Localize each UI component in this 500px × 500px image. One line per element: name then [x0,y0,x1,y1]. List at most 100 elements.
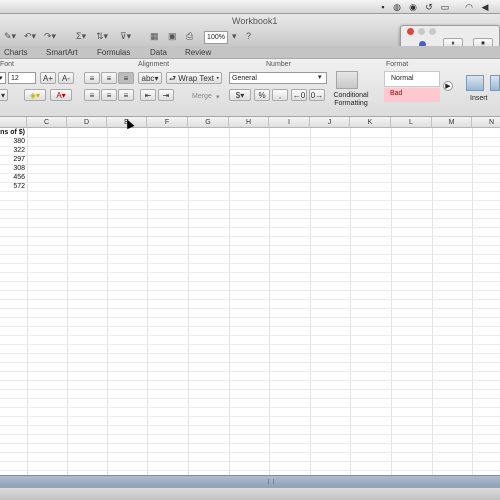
grid-row-line [0,470,500,471]
column-header-c[interactable]: C [27,117,67,128]
align-left-button[interactable]: ≡ [84,89,100,101]
cell-value[interactable]: 308 [0,164,25,173]
undo-icon[interactable]: ↶▾ [24,30,36,43]
cell-value[interactable]: 297 [0,155,25,164]
border-dropdown-button[interactable]: ▾ [0,89,8,101]
display-icon[interactable]: ▭ [440,2,450,12]
grid-row-line [0,218,500,219]
grid-column-line [67,128,68,475]
grid-row-line [0,182,500,183]
print-icon[interactable]: ⎙ [186,30,193,43]
column-header-l[interactable]: L [391,117,432,128]
cell-value[interactable]: 380 [0,137,25,146]
conditional-formatting-button[interactable]: Conditional Formatting [332,92,370,108]
cell-value[interactable]: 322 [0,146,25,155]
increase-decimal-button[interactable]: ←0 [291,89,307,101]
volume-icon[interactable]: ◀ [480,2,490,12]
grid-column-line [147,128,148,475]
grid-row-line [0,236,500,237]
grid-row-line [0,245,500,246]
currency-button[interactable]: $▾ [229,89,251,101]
column-header-f[interactable]: F [147,117,188,128]
grid-row-line [0,209,500,210]
styles-next-icon[interactable]: ▶ [443,81,453,91]
column-header-i[interactable]: I [269,117,310,128]
grow-font-button[interactable]: A+ [40,72,56,84]
align-right-button[interactable]: ≡ [118,89,134,101]
percent-button[interactable]: % [254,89,270,101]
wifi-icon[interactable]: ◠ [464,2,474,12]
close-window-icon[interactable] [407,28,414,35]
comma-button[interactable]: , [272,89,288,101]
scrollbar-grip-icon[interactable] [268,479,274,484]
grid-row-line [0,443,500,444]
tab-formulas[interactable]: Formulas [97,48,130,57]
abc-label: abc [141,74,155,83]
grid-row-line [0,317,500,318]
grid-row-line [0,452,500,453]
toolbox-icon[interactable]: ▣ [168,30,177,43]
cell-value[interactable]: 572 [0,182,25,191]
zoom-window-icon[interactable] [429,28,436,35]
status-icon[interactable]: ▪ [378,2,388,12]
style-bad[interactable]: Bad [384,88,440,102]
font-color-button[interactable]: A▾ [50,89,72,101]
align-center-button[interactable]: ≡ [101,89,117,101]
grid-row-line [0,272,500,273]
column-header-d[interactable]: D [67,117,107,128]
font-name-field-dropdown[interactable]: ▾ [0,72,6,84]
column-header-j[interactable]: J [310,117,350,128]
tab-review[interactable]: Review [185,48,211,57]
tab-smartart[interactable]: SmartArt [46,48,78,57]
zoom-dropdown-icon[interactable]: ▾ [232,30,237,43]
delete-cells-icon[interactable] [490,75,500,91]
fill-color-button[interactable]: ◈▾ [24,89,46,101]
insert-button[interactable]: Insert [470,95,488,102]
filter-icon[interactable]: ⊽▾ [120,30,131,43]
column-header-h[interactable]: H [229,117,269,128]
decrease-indent-button[interactable]: ⇤ [140,89,156,101]
merge-button[interactable]: Merge [192,93,212,100]
merge-dropdown-icon[interactable]: ▾ [216,93,220,101]
tab-data[interactable]: Data [150,48,167,57]
align-bottom-button[interactable]: ≡ [118,72,134,84]
decrease-decimal-button[interactable]: 0→ [309,89,325,101]
align-middle-button[interactable]: ≡ [101,72,117,84]
grid-row-line [0,416,500,417]
text-orientation-button[interactable]: abc▾ [138,72,162,84]
horizontal-scrollbar[interactable] [0,475,500,487]
column-header-n[interactable]: N [472,117,500,128]
insert-cells-icon[interactable] [466,75,484,91]
conditional-formatting-icon[interactable] [336,71,358,89]
column-header-b[interactable] [0,117,27,128]
wrap-text-button[interactable]: ⮐ Wrap Text ▾ [166,72,222,84]
number-format-field[interactable]: General [229,72,327,84]
sheet-grid[interactable]: ns of $) 380 322 297 308 456 572 [0,128,500,475]
align-top-button[interactable]: ≡ [84,72,100,84]
cell-header-fragment[interactable]: ns of $) [0,128,25,137]
grid-row-line [0,299,500,300]
sort-icon[interactable]: ⇅▾ [96,30,108,43]
column-header-k[interactable]: K [350,117,391,128]
zoom-field[interactable]: 100% [204,31,228,44]
redo-icon[interactable]: ↷▾ [44,30,56,43]
column-header-m[interactable]: M [432,117,472,128]
cell-value[interactable]: 456 [0,173,25,182]
globe-icon[interactable]: ◍ [392,2,402,12]
time-machine-icon[interactable]: ↺ [424,2,434,12]
autosum-icon[interactable]: Σ▾ [76,30,86,43]
grid-row-line [0,398,500,399]
minimize-window-icon[interactable] [418,28,425,35]
shrink-font-button[interactable]: A- [58,72,74,84]
format-painter-icon[interactable]: ✎▾ [4,30,16,43]
column-header-g[interactable]: G [188,117,229,128]
font-size-field[interactable]: 12 [8,72,36,84]
increase-indent-button[interactable]: ⇥ [158,89,174,101]
style-normal[interactable]: Normal [384,71,440,87]
help-icon[interactable]: ? [246,30,251,43]
gallery-icon[interactable]: ▦ [150,30,159,43]
number-format-dropdown-icon[interactable]: ▾ [318,73,322,81]
camera-icon[interactable]: ◉ [408,2,418,12]
tab-charts[interactable]: Charts [4,48,28,57]
grid-row-line [0,434,500,435]
